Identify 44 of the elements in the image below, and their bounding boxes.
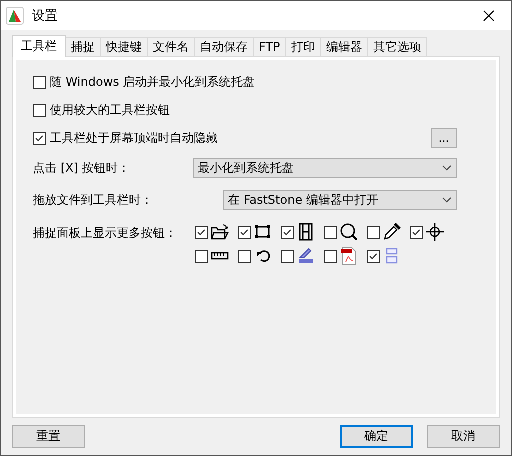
checkbox-label: 随 Windows 启动并最小化到系统托盘 bbox=[50, 74, 256, 90]
dropdown[interactable]: 最小化到系统托盘 bbox=[193, 158, 457, 178]
tab[interactable]: 自动保存 bbox=[194, 37, 254, 56]
pdf-icon bbox=[339, 246, 359, 266]
checkbox-label: 使用较大的工具栏按钮 bbox=[50, 102, 170, 118]
tab[interactable]: 工具栏 bbox=[12, 35, 66, 57]
ok-button[interactable]: 确定 bbox=[340, 425, 413, 448]
chevron-icon bbox=[442, 165, 452, 171]
window-title: 设置 bbox=[32, 8, 59, 24]
checkbox-label: 工具栏处于屏幕顶端时自动隐藏 bbox=[50, 130, 218, 146]
checkbox[interactable] bbox=[33, 76, 46, 88]
tab[interactable]: 捕捉 bbox=[65, 37, 101, 56]
scanner-icon bbox=[296, 246, 316, 266]
tab[interactable]: 编辑器 bbox=[320, 37, 368, 56]
tab[interactable]: 快捷键 bbox=[100, 37, 148, 56]
more-button[interactable]: ... bbox=[431, 128, 457, 148]
checkbox[interactable] bbox=[367, 226, 380, 238]
checkbox[interactable] bbox=[281, 226, 294, 238]
close-icon bbox=[483, 10, 495, 22]
checkbox[interactable] bbox=[324, 226, 337, 238]
reset-button[interactable]: 重置 bbox=[12, 425, 85, 448]
checkbox[interactable] bbox=[324, 250, 337, 262]
dropdown-label: 拖放文件到工具栏时： bbox=[33, 192, 153, 208]
app-icon bbox=[6, 6, 24, 24]
magnifier-icon bbox=[339, 222, 359, 242]
crosshair-icon bbox=[425, 222, 445, 242]
checkbox[interactable] bbox=[410, 226, 423, 238]
checkbox[interactable] bbox=[33, 104, 46, 116]
checkbox[interactable] bbox=[238, 250, 251, 262]
chevron-icon bbox=[442, 197, 452, 203]
dropdown-label: 点击 [X] 按钮时： bbox=[33, 160, 130, 176]
tab[interactable]: 文件名 bbox=[147, 37, 195, 56]
folder-icon bbox=[210, 222, 230, 242]
tab[interactable]: 其它选项 bbox=[367, 37, 428, 56]
checkbox[interactable] bbox=[367, 250, 380, 262]
checkbox[interactable] bbox=[281, 250, 294, 262]
checkbox[interactable] bbox=[238, 226, 251, 238]
tab[interactable]: 打印 bbox=[285, 37, 322, 56]
checkbox[interactable] bbox=[195, 226, 208, 238]
field-label: 捕捉面板上显示更多按钮： bbox=[33, 225, 178, 242]
checkbox[interactable] bbox=[195, 250, 208, 262]
cancel-button[interactable]: 取消 bbox=[427, 425, 500, 448]
dropdown[interactable]: 在 FastStone 编辑器中打开 bbox=[223, 190, 457, 210]
checkbox[interactable] bbox=[33, 132, 46, 144]
